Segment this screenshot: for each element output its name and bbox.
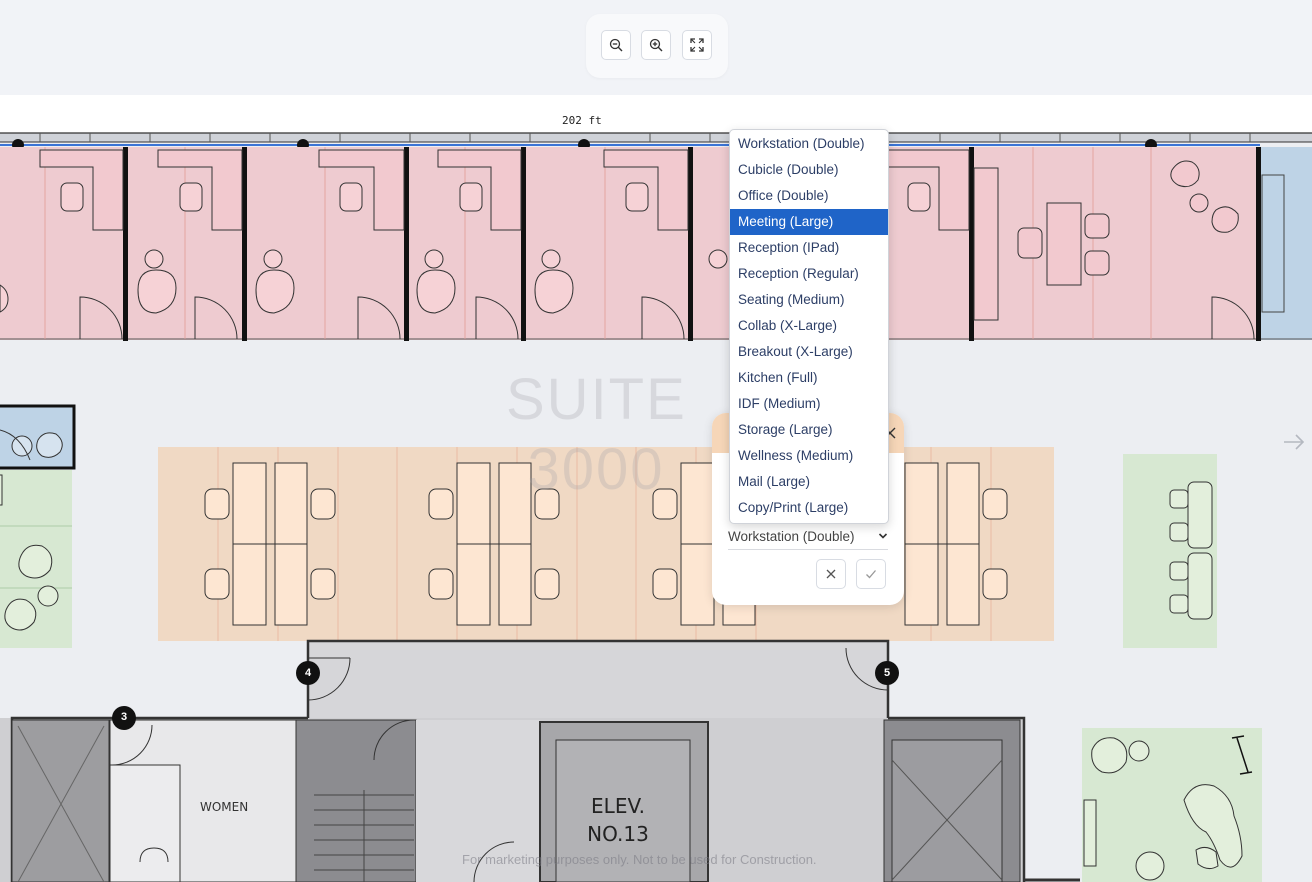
check-icon: [866, 570, 876, 579]
dropdown-option[interactable]: Seating (Medium): [730, 287, 888, 313]
chevron-down-icon: [878, 533, 888, 539]
close-icon: [826, 569, 836, 579]
marker-3[interactable]: 3: [118, 711, 130, 723]
next-arrow-button[interactable]: [1282, 430, 1306, 454]
dropdown-option[interactable]: Reception (IPad): [730, 235, 888, 261]
zoom-in-button[interactable]: [641, 30, 671, 60]
elevator-label: ELEV. NO.13: [578, 792, 658, 848]
fit-to-screen-button[interactable]: [682, 30, 712, 60]
zoom-out-icon: [609, 38, 623, 52]
space-type-dropdown: Workstation (Double) Cubicle (Double) Of…: [729, 129, 889, 524]
room-label-women: WOMEN: [200, 800, 249, 814]
suite-label-line1: SUITE: [506, 367, 687, 432]
dropdown-option[interactable]: Workstation (Double): [730, 131, 888, 157]
dropdown-option[interactable]: Wellness (Medium): [730, 443, 888, 469]
dropdown-option[interactable]: Collab (X-Large): [730, 313, 888, 339]
suite-label-line2: 3000: [527, 437, 665, 502]
scale-label: 202 ft: [562, 114, 602, 127]
arrow-right-icon: [1284, 434, 1305, 450]
confirm-button[interactable]: [856, 559, 886, 589]
dropdown-option[interactable]: Copy/Print (Large): [730, 495, 888, 521]
marker-4[interactable]: 4: [302, 667, 314, 679]
disclaimer-text: For marketing purposes only. Not to be u…: [462, 852, 817, 867]
dropdown-option[interactable]: IDF (Medium): [730, 391, 888, 417]
zoom-toolbar: [586, 14, 728, 78]
dropdown-option[interactable]: Breakout (X-Large): [730, 339, 888, 365]
elevator-label-line2: NO.13: [587, 822, 649, 846]
marker-5[interactable]: 5: [881, 667, 893, 679]
fullscreen-icon: [690, 38, 704, 52]
dropdown-option-highlighted[interactable]: Meeting (Large): [730, 209, 888, 235]
cancel-button[interactable]: [816, 559, 846, 589]
space-type-select[interactable]: Workstation (Double): [728, 523, 888, 550]
zoom-in-icon: [649, 38, 663, 52]
dropdown-option[interactable]: Mail (Large): [730, 469, 888, 495]
dropdown-option[interactable]: Office (Double): [730, 183, 888, 209]
dropdown-option[interactable]: Storage (Large): [730, 417, 888, 443]
dropdown-option[interactable]: Kitchen (Full): [730, 365, 888, 391]
dropdown-option[interactable]: Reception (Regular): [730, 261, 888, 287]
dropdown-option[interactable]: Cubicle (Double): [730, 157, 888, 183]
elevator-label-line1: ELEV.: [591, 794, 645, 818]
suite-label: SUITE 3000: [506, 365, 686, 505]
space-type-select-value: Workstation (Double): [728, 528, 855, 544]
zoom-out-button[interactable]: [601, 30, 631, 60]
